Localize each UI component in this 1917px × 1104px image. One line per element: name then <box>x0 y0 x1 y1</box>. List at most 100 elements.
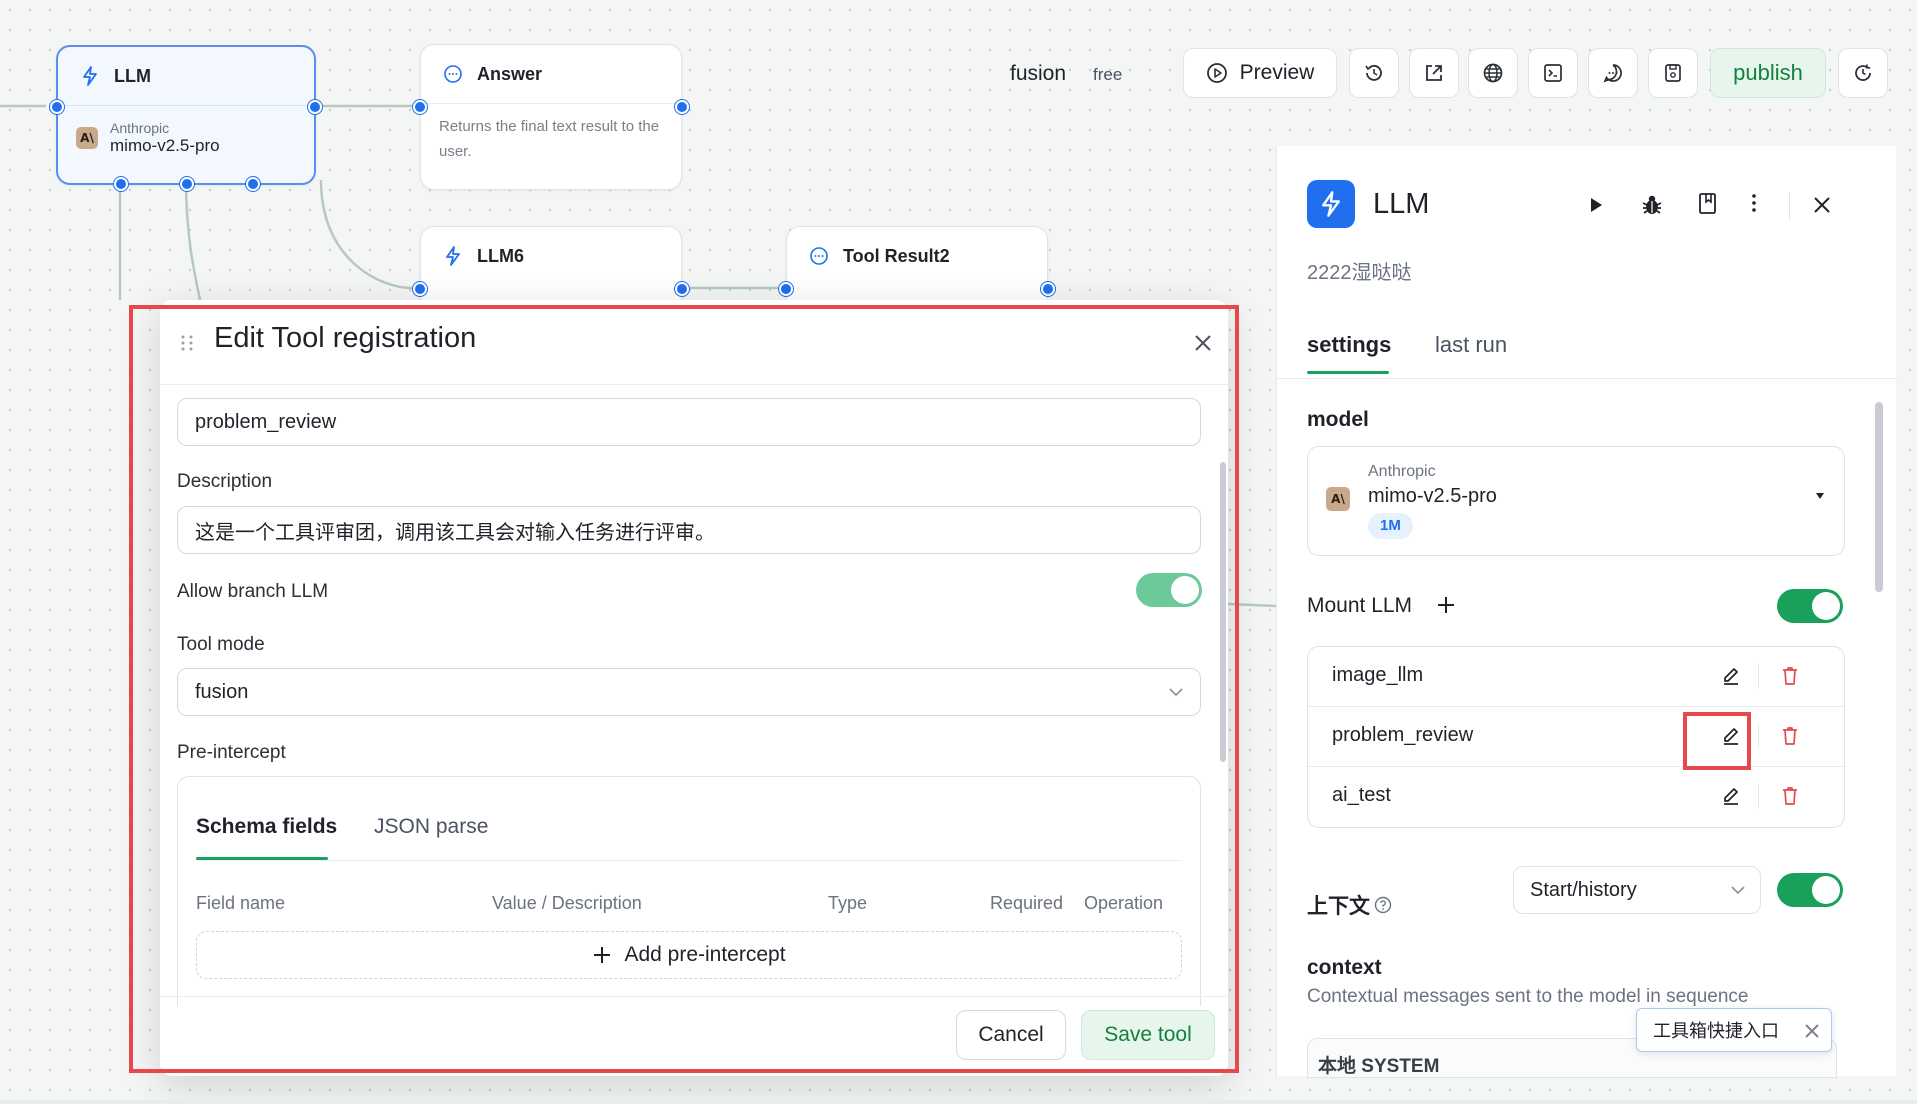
node-tool-result2[interactable]: Tool Result2 <box>779 226 1055 306</box>
mounted-tools-list: image_llm problem_review ai_test <box>1307 646 1845 828</box>
context-zh-text: 上下文 <box>1307 895 1370 918</box>
lightning-icon <box>443 246 463 266</box>
port-bottom[interactable] <box>114 177 128 191</box>
system-label: 本地 SYSTEM <box>1318 1056 1440 1077</box>
port-in[interactable] <box>50 100 64 114</box>
tabs-divider <box>1277 378 1897 379</box>
toolbox-tooltip[interactable]: 工具箱快捷入口 <box>1636 1008 1832 1052</box>
delete-tool-button[interactable] <box>1780 665 1802 687</box>
node-model: mimo-v2.5-pro <box>110 136 220 155</box>
publish-label: publish <box>1733 60 1803 85</box>
port-in[interactable] <box>413 100 427 114</box>
close-icon[interactable] <box>1803 1022 1821 1040</box>
list-item: ai_test <box>1308 767 1844 827</box>
highlight-box <box>1683 712 1751 770</box>
item-divider <box>1758 783 1759 809</box>
plan-label: free <box>1093 65 1123 84</box>
help-circle-icon <box>1374 896 1392 914</box>
anthropic-logo-icon: A\ <box>76 127 98 149</box>
context-size-badge: 1M <box>1368 513 1413 539</box>
model-name: mimo-v2.5-pro <box>1368 485 1497 507</box>
list-item: problem_review <box>1308 707 1844 767</box>
preview-button[interactable]: Preview <box>1183 48 1337 98</box>
globe-button[interactable] <box>1468 48 1518 98</box>
model-select[interactable]: A\ Anthropic mimo-v2.5-pro 1M <box>1307 446 1845 556</box>
publish-button[interactable]: publish <box>1710 48 1826 98</box>
play-circle-icon <box>1206 63 1227 83</box>
panel-subtitle: 2222湿哒哒 <box>1307 262 1412 284</box>
app-name: fusion <box>1010 62 1067 85</box>
chat-bubble-icon <box>443 64 463 84</box>
add-mount-button[interactable] <box>1435 594 1459 618</box>
chat-button[interactable] <box>1588 48 1638 98</box>
list-item: image_llm <box>1308 647 1844 707</box>
port-in[interactable] <box>779 282 793 296</box>
tab-last-run[interactable]: last run <box>1435 332 1507 358</box>
context-select-value: Start/history <box>1530 878 1637 901</box>
node-title: Answer <box>477 63 543 84</box>
history-icon <box>1365 65 1382 81</box>
model-provider: Anthropic <box>1368 463 1436 480</box>
tool-name: image_llm <box>1332 664 1424 686</box>
port-out[interactable] <box>1041 282 1055 296</box>
context-select[interactable]: Start/history <box>1513 866 1761 914</box>
export-button[interactable] <box>1409 48 1459 98</box>
book-icon <box>1699 193 1716 214</box>
edit-tool-button[interactable] <box>1720 785 1742 807</box>
chat-bubble-icon <box>809 246 829 266</box>
context-description: Contextual messages sent to the model in… <box>1307 986 1749 1007</box>
globe-icon <box>1483 63 1503 83</box>
close-icon <box>1814 197 1830 213</box>
port-bottom[interactable] <box>246 177 260 191</box>
refresh-button[interactable] <box>1838 48 1888 98</box>
port-in[interactable] <box>413 282 427 296</box>
docs-button[interactable] <box>1697 192 1721 218</box>
tab-active-indicator <box>1307 371 1389 374</box>
context-label: context <box>1307 956 1382 979</box>
lightning-icon <box>80 66 100 86</box>
chevron-down-icon <box>1731 886 1745 895</box>
model-label: model <box>1307 408 1369 431</box>
node-title: LLM <box>114 65 151 86</box>
tab-settings[interactable]: settings <box>1307 332 1391 358</box>
node-provider: Anthropic <box>110 120 170 136</box>
context-toggle[interactable] <box>1777 873 1843 907</box>
edit-tool-button[interactable] <box>1720 665 1742 687</box>
scrollbar[interactable] <box>1875 394 1883 1054</box>
port-out[interactable] <box>308 100 322 114</box>
lightning-icon <box>1322 191 1340 217</box>
item-divider <box>1758 663 1759 689</box>
close-panel-button[interactable] <box>1811 194 1833 216</box>
trash-icon <box>1783 787 1797 805</box>
highlight-box <box>129 305 1239 1073</box>
clock-icon <box>1855 64 1871 81</box>
run-button[interactable] <box>1585 194 1607 216</box>
node-llm[interactable]: LLM A\ Anthropic mimo-v2.5-pro <box>50 45 322 191</box>
external-link-icon <box>1426 65 1442 81</box>
mount-llm-toggle[interactable] <box>1777 589 1843 623</box>
tool-name: ai_test <box>1332 784 1391 806</box>
history-button[interactable] <box>1349 48 1399 98</box>
chat-icon <box>1603 64 1622 83</box>
save-draft-button[interactable] <box>1648 48 1698 98</box>
terminal-icon <box>1544 64 1562 82</box>
port-out[interactable] <box>675 100 689 114</box>
terminal-button[interactable] <box>1528 48 1578 98</box>
panel-title: LLM <box>1373 188 1430 220</box>
preview-label: Preview <box>1239 61 1315 84</box>
tool-name: problem_review <box>1332 724 1474 746</box>
mount-llm-label: Mount LLM <box>1307 594 1413 617</box>
caret-down-icon <box>1816 493 1824 499</box>
scrollbar-thumb[interactable] <box>1875 402 1883 592</box>
save-icon <box>1665 64 1681 82</box>
toolbox-tooltip-text: 工具箱快捷入口 <box>1653 1021 1779 1041</box>
pencil-icon <box>1724 668 1738 685</box>
more-options-icon[interactable] <box>1751 192 1761 218</box>
node-answer[interactable]: Answer Returns the final text result to … <box>413 44 689 190</box>
node-llm6[interactable]: LLM6 <box>413 226 689 306</box>
delete-tool-button[interactable] <box>1780 785 1802 807</box>
port-out[interactable] <box>675 282 689 296</box>
port-bottom[interactable] <box>180 177 194 191</box>
debug-button[interactable] <box>1639 192 1665 218</box>
delete-tool-button[interactable] <box>1780 725 1802 747</box>
